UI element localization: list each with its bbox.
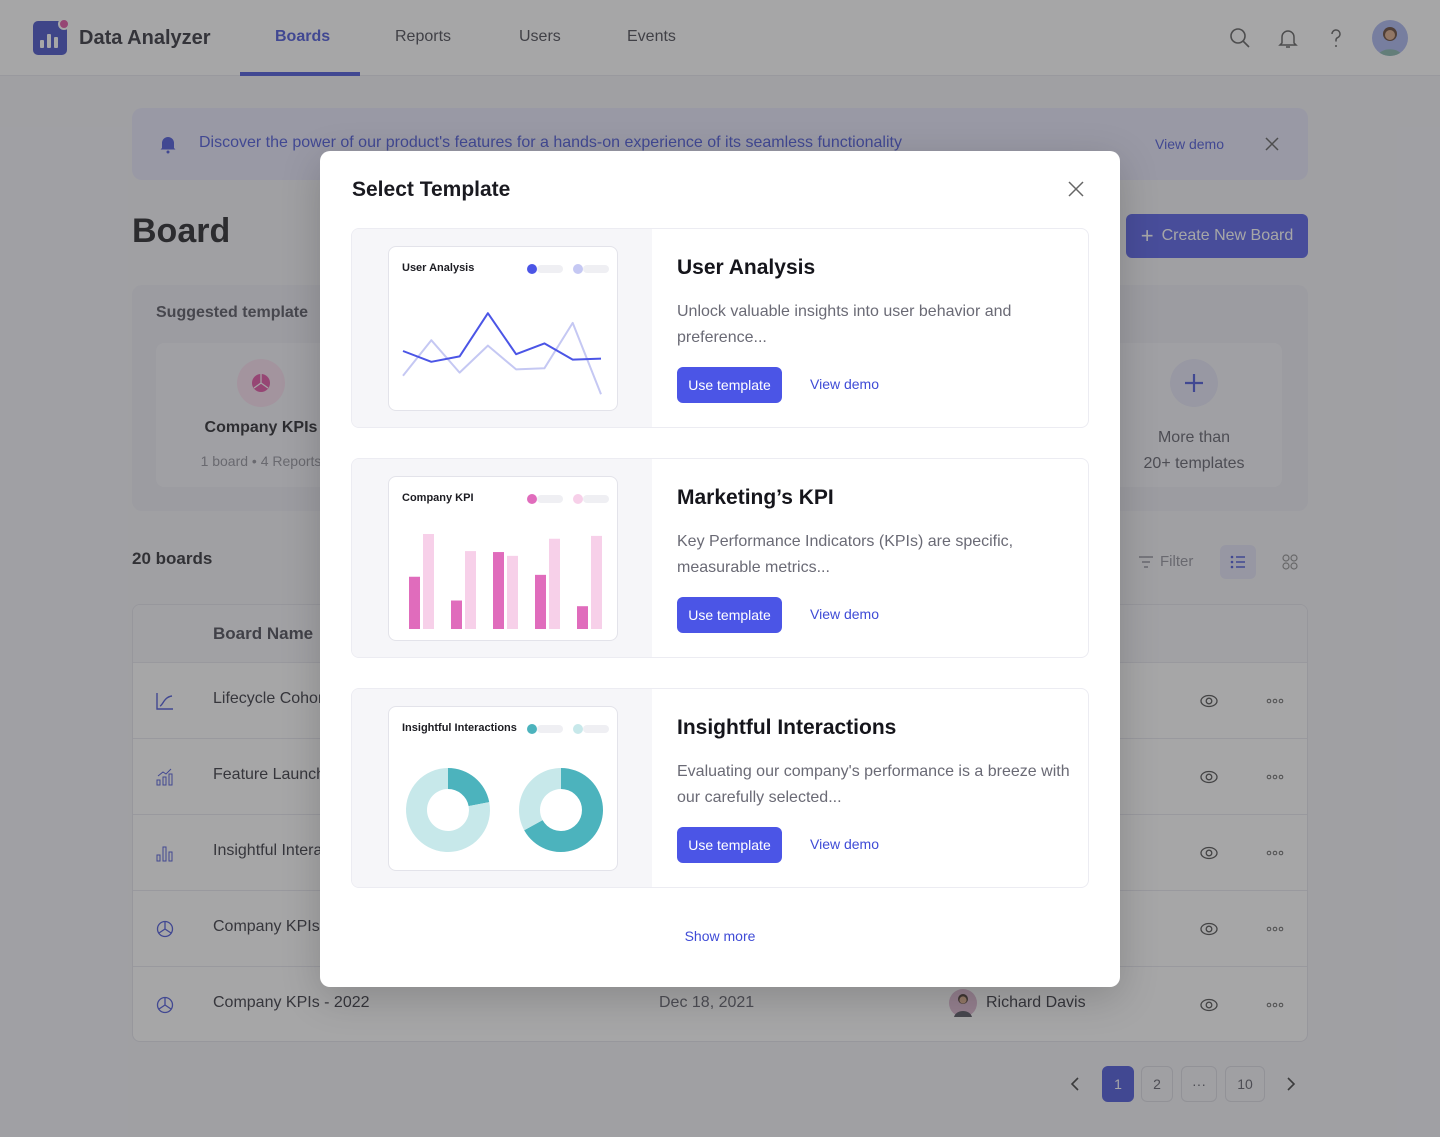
legend-dot [527, 494, 537, 504]
bar-3-series-1 [493, 552, 504, 629]
preview-title: Company KPI [402, 492, 474, 504]
line-chart [402, 312, 602, 395]
bar-3-series-2 [507, 555, 518, 629]
modal-title: Select Template [352, 178, 511, 201]
bar-5-series-1 [577, 606, 588, 629]
legend-dot [573, 494, 583, 504]
template-name: User Analysis [677, 256, 816, 279]
template-name: Marketing’s KPI [677, 486, 834, 509]
legend-bar [537, 495, 563, 503]
template-description: Evaluating our company's performance is … [677, 763, 1070, 806]
template-description: Unlock valuable insights into user behav… [677, 303, 1012, 346]
legend-dot [573, 724, 583, 734]
template-description: Key Performance Indicators (KPIs) are sp… [677, 533, 1014, 576]
template-card: Insightful Interactions Insightful Inter… [351, 688, 1089, 888]
bar-4-series-1 [535, 574, 546, 629]
select-template-modal: Select Template User Analysis User Analy… [320, 151, 1120, 987]
bar-chart [409, 534, 602, 629]
template-name: Insightful Interactions [677, 716, 897, 739]
line-series-1 [402, 312, 602, 363]
bar-2-series-1 [451, 600, 462, 629]
donut-2-slice-2 [519, 768, 561, 831]
close-icon[interactable] [1066, 179, 1086, 199]
preview-title: User Analysis [402, 262, 475, 274]
bar-5-series-2 [591, 535, 602, 629]
legend-dot [573, 264, 583, 274]
legend-dot [527, 264, 537, 274]
template-preview: Insightful Interactions [388, 706, 618, 871]
bar-1-series-2 [423, 534, 434, 629]
donut-1-slice-1 [448, 768, 490, 807]
bar-4-series-2 [549, 538, 560, 629]
legend-bar [537, 265, 563, 273]
bar-1-series-1 [409, 576, 420, 629]
use-template-button[interactable]: Use template [677, 367, 782, 403]
donut-chart [406, 768, 603, 852]
view-demo-link[interactable]: View demo [810, 836, 879, 852]
legend-bar [583, 495, 609, 503]
template-card: Company KPI Marketing’s KPI Key Performa… [351, 458, 1089, 658]
bar-2-series-2 [465, 551, 476, 629]
template-preview-area: Insightful Interactions [352, 689, 652, 887]
view-demo-link[interactable]: View demo [810, 606, 879, 622]
show-more-link[interactable]: Show more [320, 928, 1120, 944]
template-card: User Analysis User Analysis Unlock valua… [351, 228, 1089, 428]
legend-dot [527, 724, 537, 734]
legend-bar [537, 725, 563, 733]
preview-legend [527, 264, 609, 274]
template-preview: Company KPI [388, 476, 618, 641]
view-demo-link[interactable]: View demo [810, 376, 879, 392]
preview-title: Insightful Interactions [402, 722, 517, 734]
legend-bar [583, 265, 609, 273]
template-preview-area: Company KPI [352, 459, 652, 657]
preview-legend [527, 494, 609, 504]
template-preview: User Analysis [388, 246, 618, 411]
template-preview-area: User Analysis [352, 229, 652, 427]
use-template-button[interactable]: Use template [677, 827, 782, 863]
legend-bar [583, 725, 609, 733]
preview-legend [527, 724, 609, 734]
use-template-button[interactable]: Use template [677, 597, 782, 633]
